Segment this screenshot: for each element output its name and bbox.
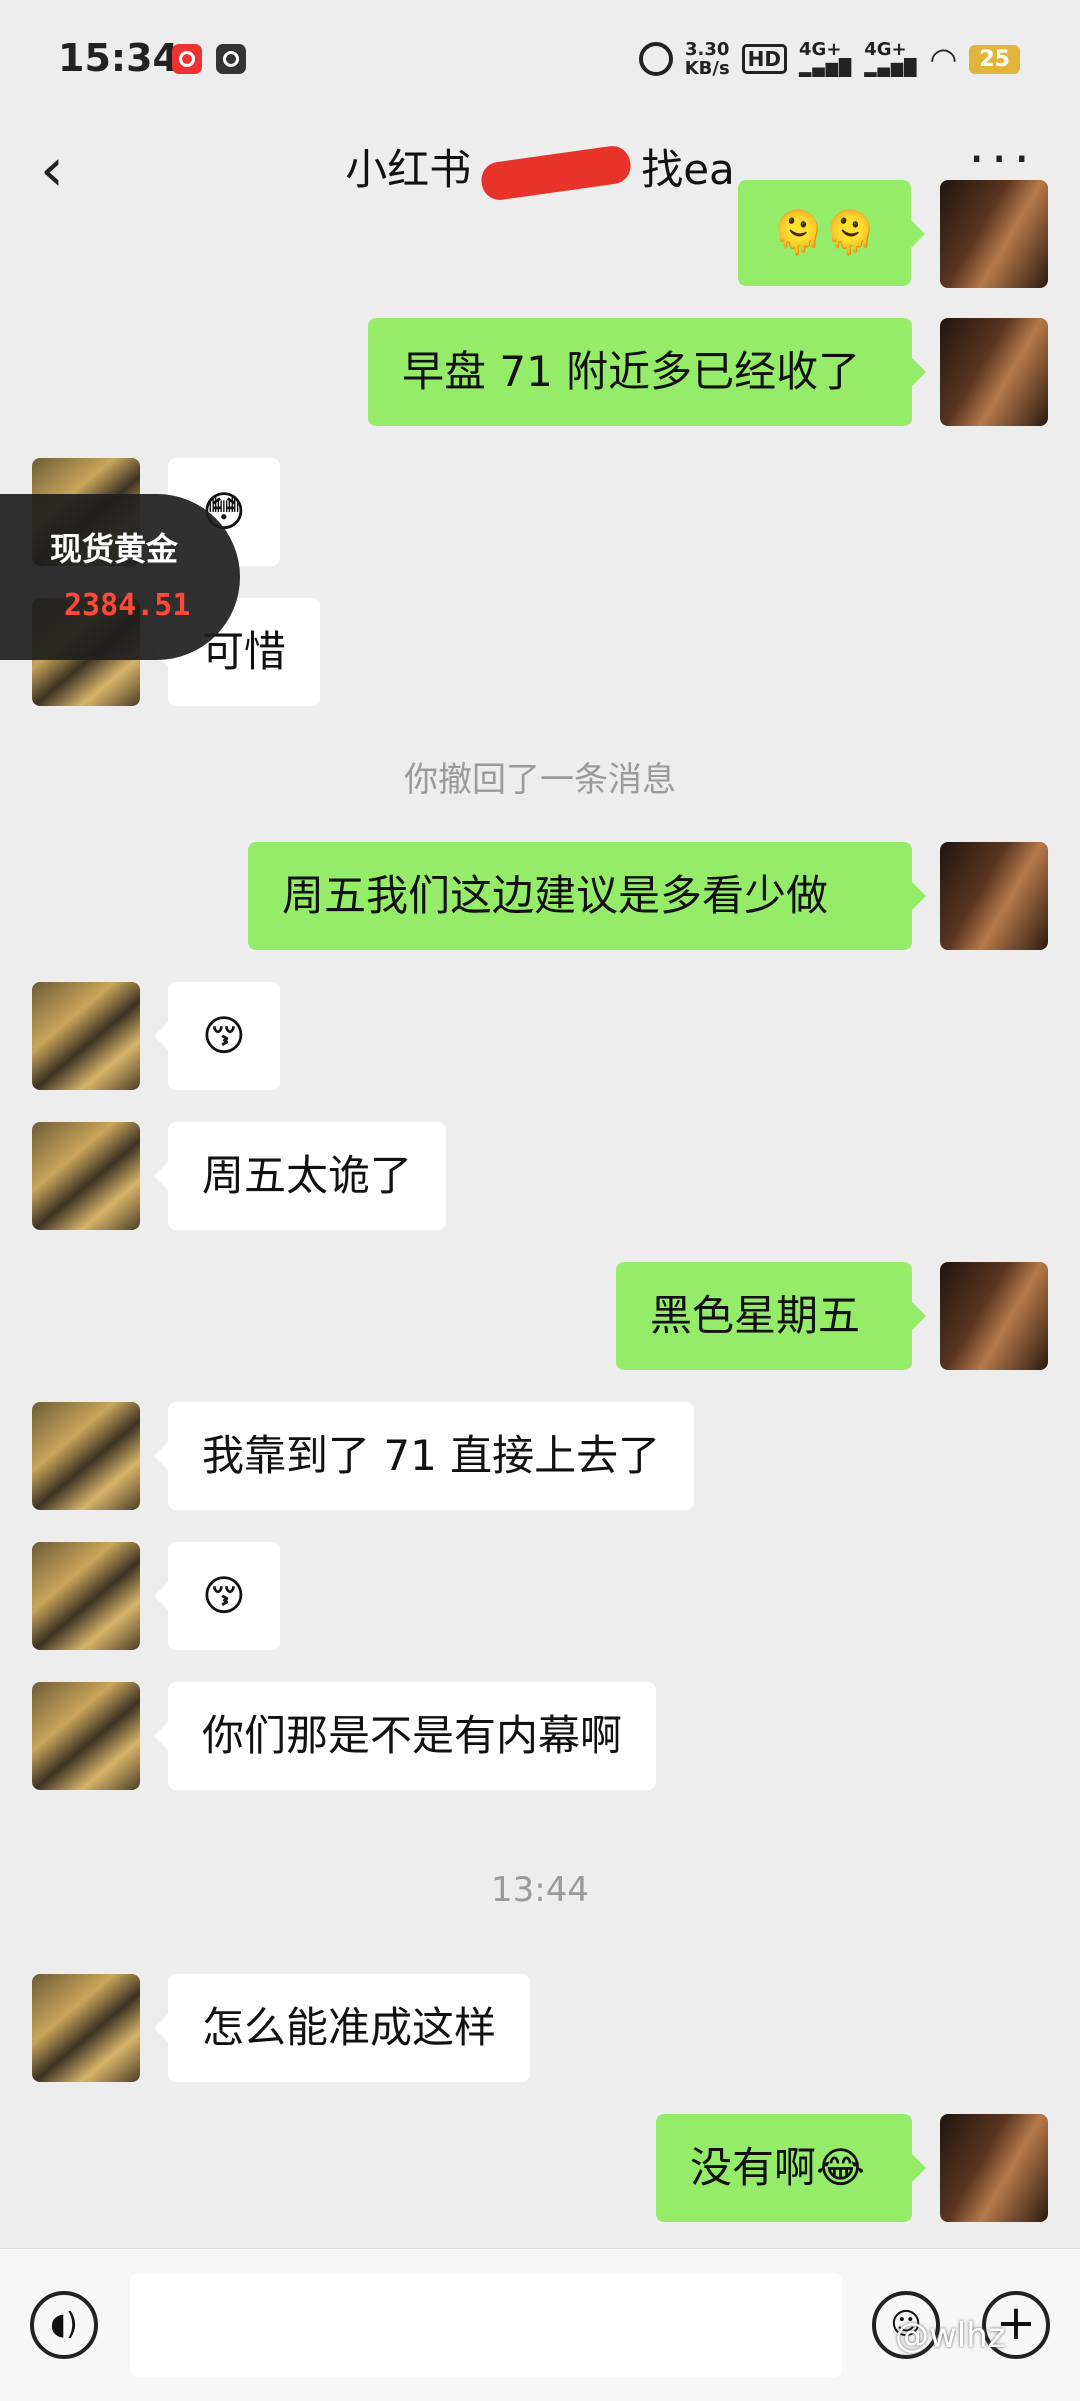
contact-avatar[interactable] bbox=[32, 1402, 140, 1510]
message-bubble-received[interactable]: 😚 bbox=[154, 1542, 280, 1650]
status-time: 15:34 bbox=[58, 36, 179, 80]
system-notice: 你撤回了一条消息 bbox=[404, 760, 676, 800]
time-divider: 13:44 bbox=[491, 1870, 589, 1910]
message-bubble-sent[interactable]: 黑色星期五 bbox=[616, 1262, 926, 1370]
message-bubble-received[interactable]: 😚 bbox=[154, 982, 280, 1090]
contact-avatar[interactable] bbox=[32, 1542, 140, 1650]
status-bar: 15:34 3.30 KB/s HD 4G+ ▂▄▆█ 4G+ ▂▄▆█ ◠ 25 bbox=[0, 0, 1080, 120]
my-avatar[interactable] bbox=[940, 2114, 1048, 2222]
chat-title: 小红书 找ea bbox=[0, 136, 1080, 202]
message-bubble-received[interactable]: 我靠到了 71 直接上去了 bbox=[153, 1402, 695, 1510]
network-speed: 3.30 KB/s bbox=[684, 39, 730, 79]
gold-label: 现货黄金 bbox=[50, 530, 179, 568]
chat-title-right: 找ea bbox=[641, 145, 735, 194]
gold-price-widget[interactable]: 现货黄金 2384.51 bbox=[0, 494, 240, 660]
message-bubble-received[interactable]: 周五太诡了 bbox=[153, 1122, 447, 1230]
wifi-icon: ◠ bbox=[929, 40, 958, 78]
my-avatar[interactable] bbox=[940, 1262, 1048, 1370]
message-bubble-received[interactable]: 你们那是不是有内幕啊 bbox=[153, 1682, 657, 1790]
redaction-mark bbox=[479, 143, 634, 202]
contact-avatar[interactable] bbox=[32, 982, 140, 1090]
netease-music-icon bbox=[172, 44, 202, 74]
contact-avatar[interactable] bbox=[32, 1974, 140, 2082]
message-bubble-sent[interactable]: 早盘 71 附近多已经收了 bbox=[368, 318, 926, 426]
signal-1-icon: 4G+ ▂▄▆█ bbox=[799, 39, 853, 77]
watermark: @wlhz bbox=[895, 2316, 1006, 2356]
hd-icon: HD bbox=[741, 44, 788, 74]
status-right: 3.30 KB/s HD 4G+ ▂▄▆█ 4G+ ▂▄▆█ ◠ 25 bbox=[638, 34, 1020, 84]
battery-icon: 25 bbox=[969, 44, 1020, 74]
message-bubble-sent[interactable]: 周五我们这边建议是多看少做 bbox=[248, 842, 926, 950]
message-bubble-sent[interactable]: 没有啊😂 bbox=[656, 2114, 926, 2222]
message-bubble-sent[interactable]: 🫠🫠 bbox=[738, 180, 925, 286]
alarm-icon bbox=[638, 42, 673, 76]
app-notification-icon bbox=[216, 44, 246, 74]
gold-price: 2384.51 bbox=[64, 588, 191, 623]
message-input[interactable] bbox=[130, 2273, 842, 2377]
chat-header: ‹ 小红书 找ea ··· bbox=[0, 120, 1080, 230]
signal-2-icon: 4G+ ▂▄▆█ bbox=[864, 39, 918, 77]
contact-avatar[interactable] bbox=[32, 1682, 140, 1790]
my-avatar[interactable] bbox=[940, 180, 1048, 288]
voice-icon[interactable]: ◖) bbox=[30, 2291, 98, 2359]
my-avatar[interactable] bbox=[940, 318, 1048, 426]
message-bubble-received[interactable]: 怎么能准成这样 bbox=[153, 1974, 531, 2082]
my-avatar[interactable] bbox=[940, 842, 1048, 950]
contact-avatar[interactable] bbox=[32, 1122, 140, 1230]
chat-title-left: 小红书 bbox=[345, 145, 472, 194]
